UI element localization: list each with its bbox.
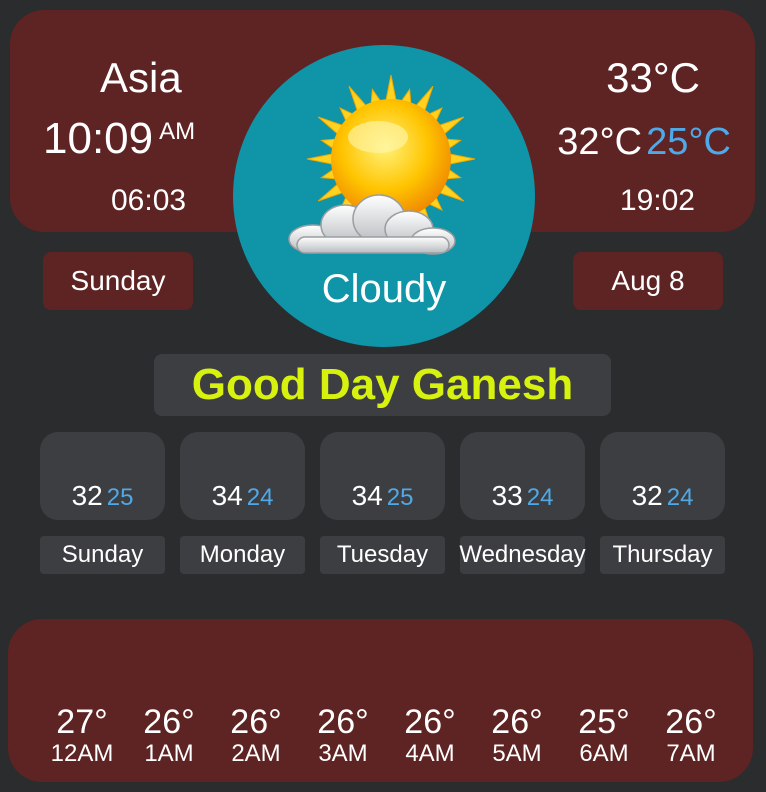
sun-ray (306, 153, 334, 165)
temperature-range: 32°C 25°C (557, 121, 731, 164)
forecast-day-label: Sunday (40, 536, 165, 574)
forecast-low: 24 (246, 484, 274, 511)
hourly-temp: 25° (578, 703, 630, 741)
forecast-temps: 34 25 (320, 480, 445, 512)
hourly-time: 5AM (492, 740, 542, 767)
sun-behind-cloud-icon (288, 74, 476, 255)
hourly-item: 27° 12AM (39, 703, 125, 767)
hourly-temp: 26° (230, 703, 282, 741)
hourly-time: 2AM (231, 740, 281, 767)
forecast-high: 32 (71, 480, 103, 511)
forecast-high: 34 (351, 480, 383, 511)
greeting-banner: Good Day Ganesh (154, 354, 611, 416)
location-label: Asia (100, 54, 182, 101)
forecast-low: 25 (386, 484, 414, 511)
forecast-high: 32 (631, 480, 663, 511)
forecast-day-label: Wednesday (459, 536, 586, 574)
hourly-item: 26° 7AM (648, 703, 734, 767)
date-badge: Aug 8 (573, 252, 723, 310)
hourly-time: 7AM (666, 740, 716, 767)
forecast-high: 33 (491, 480, 523, 511)
hourly-temp: 26° (143, 703, 195, 741)
low-temperature: 25°C (646, 121, 731, 163)
hourly-time: 12AM (50, 740, 114, 767)
forecast-low: 24 (666, 484, 694, 511)
hourly-time: 1AM (144, 740, 194, 767)
hourly-temp: 26° (317, 703, 369, 741)
forecast-day-label: Monday (180, 536, 305, 574)
sun-ray (385, 74, 397, 102)
day-badge: Sunday (43, 252, 193, 310)
hourly-item: 26° 2AM (213, 703, 299, 767)
forecast-card: 34 24 (180, 432, 305, 520)
forecast-card: 34 25 (320, 432, 445, 520)
forecast-temps: 34 24 (180, 480, 305, 512)
forecast-card: 32 24 (600, 432, 725, 520)
forecast-temps: 32 24 (600, 480, 725, 512)
sun-ray (448, 153, 476, 165)
forecast-low: 24 (526, 484, 554, 511)
hourly-time: 4AM (405, 740, 455, 767)
forecast-high: 34 (211, 480, 243, 511)
hourly-temp: 26° (491, 703, 543, 741)
high-temperature: 32°C (557, 121, 643, 163)
forecast-temps: 32 25 (40, 480, 165, 512)
forecast-day-label: Tuesday (320, 536, 445, 574)
clock: 10:09 AM (43, 114, 195, 164)
hourly-time: 3AM (318, 740, 368, 767)
hourly-temp: 27° (56, 703, 108, 741)
hourly-temp: 26° (404, 703, 456, 741)
hourly-item: 26° 4AM (387, 703, 473, 767)
hourly-item: 26° 5AM (474, 703, 560, 767)
forecast-low: 25 (106, 484, 134, 511)
hourly-forecast-panel: 27° 12AM 26° 1AM 26° 2AM 26° 3AM 26° 4AM… (8, 619, 753, 782)
sunset-time: 19:02 (619, 184, 695, 217)
hourly-item: 26° 1AM (126, 703, 212, 767)
forecast-card: 33 24 (460, 432, 585, 520)
forecast-temps: 33 24 (460, 480, 585, 512)
forecast-card: 32 25 (40, 432, 165, 520)
weather-condition-label: Cloudy (321, 267, 447, 311)
hourly-item: 26° 3AM (300, 703, 386, 767)
hourly-item: 25° 6AM (561, 703, 647, 767)
weather-condition-circle: Cloudy (233, 45, 535, 347)
current-temperature: 33°C (606, 54, 700, 101)
clock-time: 10:09 (43, 114, 154, 163)
hourly-temp: 26° (665, 703, 717, 741)
hourly-time: 6AM (579, 740, 629, 767)
clock-ampm: AM (159, 118, 196, 145)
forecast-day-label: Thursday (600, 536, 725, 574)
sunrise-time: 06:03 (111, 184, 187, 217)
